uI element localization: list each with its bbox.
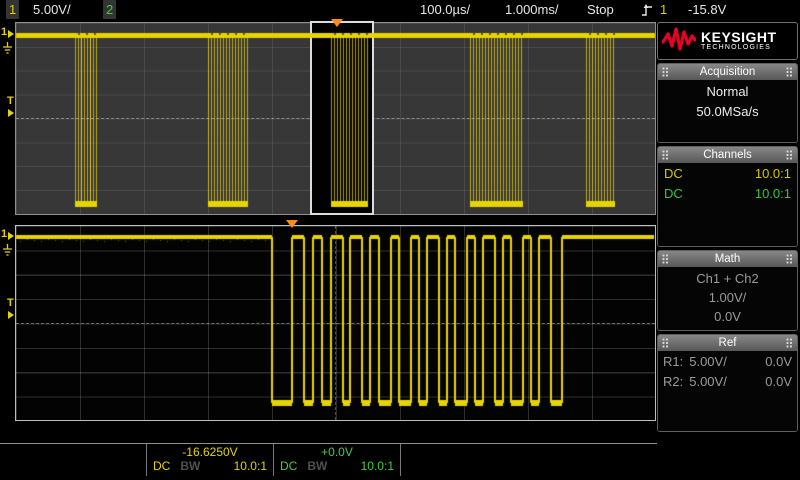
channel2-status-cell[interactable]: +0.0V DC BW 10.0:1 <box>273 444 401 476</box>
math-operation-value: Ch1 + Ch2 <box>658 269 797 288</box>
ref-panel-title: Ref <box>719 337 737 349</box>
grip-icon <box>786 150 793 160</box>
keysight-logo: KEYSIGHT TECHNOLOGIES <box>657 22 798 60</box>
waveform-display-area: 1 T 1 T <box>0 0 657 443</box>
channel1-row[interactable]: DC 10.0:1 <box>658 164 797 184</box>
trigger-source-readout[interactable]: 1 <box>660 0 667 19</box>
grip-icon <box>662 338 669 348</box>
acquisition-mode-value: Normal <box>658 82 797 102</box>
ref2-offset-value: 0.0V <box>765 373 792 391</box>
zoom-channel1-level-marker[interactable]: 1 <box>1 229 7 240</box>
ref1-scale-value: 5.00V/ <box>689 353 727 371</box>
channel1-probe-value: 10.0:1 <box>755 165 791 183</box>
ref-panel: Ref R1: 5.00V/ 0.0V R2: 5.00V/ 0.0V <box>657 334 798 432</box>
acquisition-panel-header[interactable]: Acquisition <box>658 64 797 80</box>
logo-wordmark: KEYSIGHT <box>701 30 777 44</box>
sample-rate-value: 50.0MSa/s <box>658 102 797 122</box>
ref1-offset-value: 0.0V <box>765 353 792 371</box>
channel2-coupling-label: DC <box>280 459 297 474</box>
acquisition-panel: Acquisition Normal 50.0MSa/s <box>657 63 798 143</box>
channels-panel: Channels DC 10.0:1 DC 10.0:1 <box>657 146 798 247</box>
channel1-probe-ratio: 10.0:1 <box>234 459 267 474</box>
ref1-label: R1: <box>663 353 683 371</box>
ref2-scale-value: 5.00V/ <box>689 373 727 391</box>
math-offset-value: 0.0V <box>658 307 797 326</box>
trigger-level-readout[interactable]: -15.8V <box>688 0 726 19</box>
sidebar: KEYSIGHT TECHNOLOGIES Acquisition Normal… <box>657 22 798 435</box>
main-channel1-marker-arrow-icon <box>8 30 14 38</box>
grip-icon <box>662 67 669 77</box>
main-channel1-level-marker[interactable]: 1 <box>1 27 7 38</box>
main-trigger-level-marker[interactable]: T <box>7 96 14 107</box>
grip-icon <box>662 150 669 160</box>
channels-panel-title: Channels <box>703 149 752 161</box>
ref2-row[interactable]: R2: 5.00V/ 0.0V <box>658 372 797 392</box>
channel2-coupling-value: DC <box>664 185 683 203</box>
channel1-coupling-label: DC <box>153 459 170 474</box>
channel1-coupling-value: DC <box>664 165 683 183</box>
acquisition-panel-title: Acquisition <box>700 66 756 78</box>
channels-panel-header[interactable]: Channels <box>658 147 797 163</box>
channel1-offset-readout: -16.6250V <box>147 444 273 459</box>
keysight-spark-icon <box>662 26 696 57</box>
grip-icon <box>786 338 793 348</box>
channel2-probe-ratio: 10.0:1 <box>361 459 394 474</box>
channel2-row[interactable]: DC 10.0:1 <box>658 184 797 204</box>
grip-icon <box>662 254 669 264</box>
ref-panel-header[interactable]: Ref <box>658 335 797 351</box>
zoom-trigger-marker-arrow-icon <box>8 311 14 319</box>
channel2-probe-value: 10.0:1 <box>755 185 791 203</box>
channel2-bandwidth-label: BW <box>307 459 327 474</box>
logo-subtitle: TECHNOLOGIES <box>701 44 777 52</box>
main-ground-icon <box>2 41 13 59</box>
main-trigger-position-marker[interactable] <box>331 19 343 27</box>
math-scale-value: 1.00V/ <box>658 288 797 307</box>
zoom-trigger-level-marker[interactable]: T <box>7 298 14 309</box>
zoom-channel1-marker-arrow-icon <box>8 232 14 240</box>
math-panel: Math Ch1 + Ch2 1.00V/ 0.0V <box>657 250 798 331</box>
zoom-trigger-position-marker[interactable] <box>286 220 298 228</box>
grip-icon <box>786 67 793 77</box>
grip-icon <box>786 254 793 264</box>
ref1-row[interactable]: R1: 5.00V/ 0.0V <box>658 352 797 372</box>
channel2-offset-readout: +0.0V <box>274 444 400 459</box>
bottom-status-bar: -16.6250V DC BW 10.0:1 +0.0V DC BW 10.0:… <box>0 443 657 478</box>
main-trigger-marker-arrow-icon <box>8 109 14 117</box>
channel1-status-cell[interactable]: -16.6250V DC BW 10.0:1 <box>146 444 273 476</box>
ref2-label: R2: <box>663 373 683 391</box>
channel1-bandwidth-label: BW <box>180 459 200 474</box>
math-panel-header[interactable]: Math <box>658 251 797 267</box>
channel1-waveform-trace[interactable] <box>0 0 657 443</box>
math-panel-title: Math <box>715 253 741 265</box>
zoom-ground-icon <box>2 243 13 261</box>
